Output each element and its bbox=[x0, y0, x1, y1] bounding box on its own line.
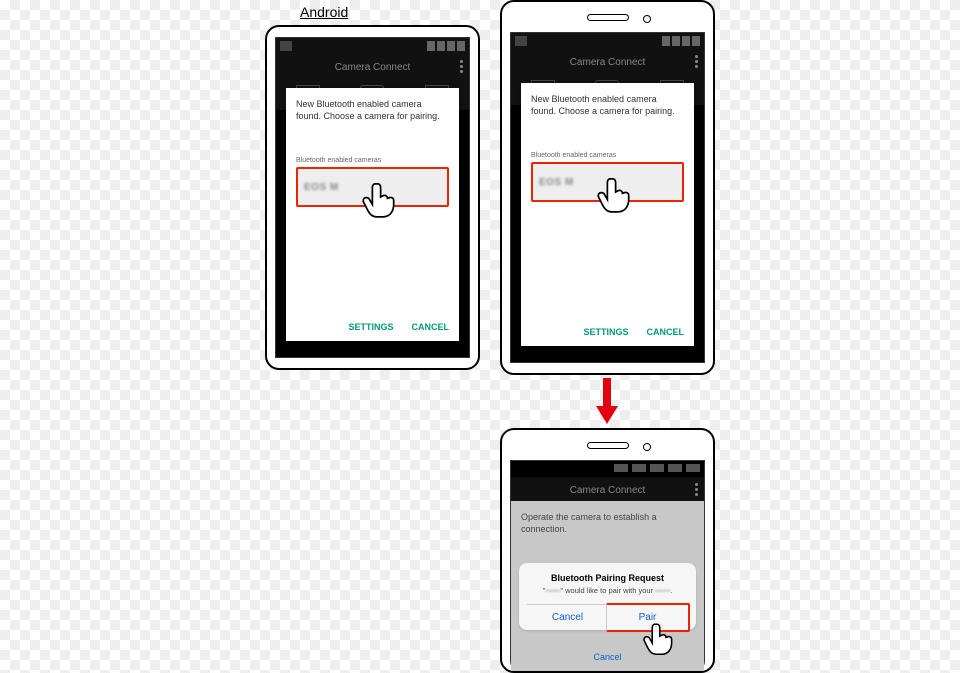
operate-message: Operate the camera to establish a connec… bbox=[521, 511, 694, 535]
pair-cancel-button[interactable]: Cancel bbox=[527, 605, 608, 630]
camera-name: EOS M bbox=[539, 176, 574, 190]
camera-list-item[interactable]: EOS M bbox=[531, 162, 684, 202]
cancel-button[interactable]: CANCEL bbox=[412, 321, 450, 333]
app-title: Camera Connect bbox=[570, 57, 646, 68]
tap-hand-icon bbox=[595, 172, 639, 216]
flow-arrow-icon bbox=[596, 378, 618, 428]
pair-confirm-button[interactable]: Pair bbox=[606, 603, 690, 632]
speaker-icon bbox=[587, 442, 629, 449]
pair-message: "——" would like to pair with your ——. bbox=[527, 586, 688, 596]
dialog-message: New Bluetooth enabled camera found. Choo… bbox=[296, 98, 449, 152]
tap-hand-icon bbox=[360, 177, 404, 221]
camera-list-item[interactable]: EOS M bbox=[296, 167, 449, 207]
ios-phone-frame-top: Camera Connect New Bluetooth enabled cam… bbox=[500, 0, 715, 375]
pair-button-row: Cancel Pair bbox=[527, 604, 688, 630]
android-phone-frame: Camera Connect New Bluetooth enabled cam… bbox=[265, 25, 480, 370]
android-label: Android bbox=[300, 4, 348, 20]
ios-screen-top: Camera Connect New Bluetooth enabled cam… bbox=[510, 32, 705, 363]
speaker-icon bbox=[587, 14, 629, 21]
cancel-button[interactable]: CANCEL bbox=[647, 326, 685, 338]
app-header: Camera Connect bbox=[276, 54, 469, 80]
status-bar bbox=[276, 38, 469, 54]
settings-button[interactable]: SETTINGS bbox=[583, 326, 628, 338]
dialog-button-row: SETTINGS CANCEL bbox=[583, 326, 684, 338]
front-camera-icon bbox=[643, 15, 651, 23]
pair-title: Bluetooth Pairing Request bbox=[527, 573, 688, 583]
app-title: Camera Connect bbox=[335, 62, 411, 73]
dialog-message: New Bluetooth enabled camera found. Choo… bbox=[531, 93, 684, 147]
dialog-sub-label: Bluetooth enabled cameras bbox=[531, 151, 684, 160]
dialog-sub-label: Bluetooth enabled cameras bbox=[296, 156, 449, 165]
choose-camera-dialog: New Bluetooth enabled camera found. Choo… bbox=[521, 83, 694, 346]
app-header: Camera Connect bbox=[511, 477, 704, 503]
front-camera-icon bbox=[643, 443, 651, 451]
ios-screen-bottom: Camera Connect Operate the camera to est… bbox=[510, 460, 705, 671]
app-title: Camera Connect bbox=[570, 485, 646, 496]
choose-camera-dialog: New Bluetooth enabled camera found. Choo… bbox=[286, 88, 459, 341]
app-header: Camera Connect bbox=[511, 49, 704, 75]
bluetooth-pair-dialog: Bluetooth Pairing Request "——" would lik… bbox=[519, 563, 696, 630]
overflow-menu-icon[interactable] bbox=[460, 60, 463, 73]
camera-name: EOS M bbox=[304, 181, 339, 195]
action-sheet: Operate the camera to establish a connec… bbox=[511, 501, 704, 671]
overflow-menu-icon[interactable] bbox=[695, 55, 698, 68]
settings-button[interactable]: SETTINGS bbox=[348, 321, 393, 333]
android-screen: Camera Connect New Bluetooth enabled cam… bbox=[275, 37, 470, 358]
ios-phone-frame-bottom: Camera Connect Operate the camera to est… bbox=[500, 428, 715, 673]
status-bar bbox=[511, 33, 704, 49]
dialog-button-row: SETTINGS CANCEL bbox=[348, 321, 449, 333]
sheet-cancel-button[interactable]: Cancel bbox=[511, 647, 704, 667]
overflow-menu-icon[interactable] bbox=[695, 483, 698, 496]
